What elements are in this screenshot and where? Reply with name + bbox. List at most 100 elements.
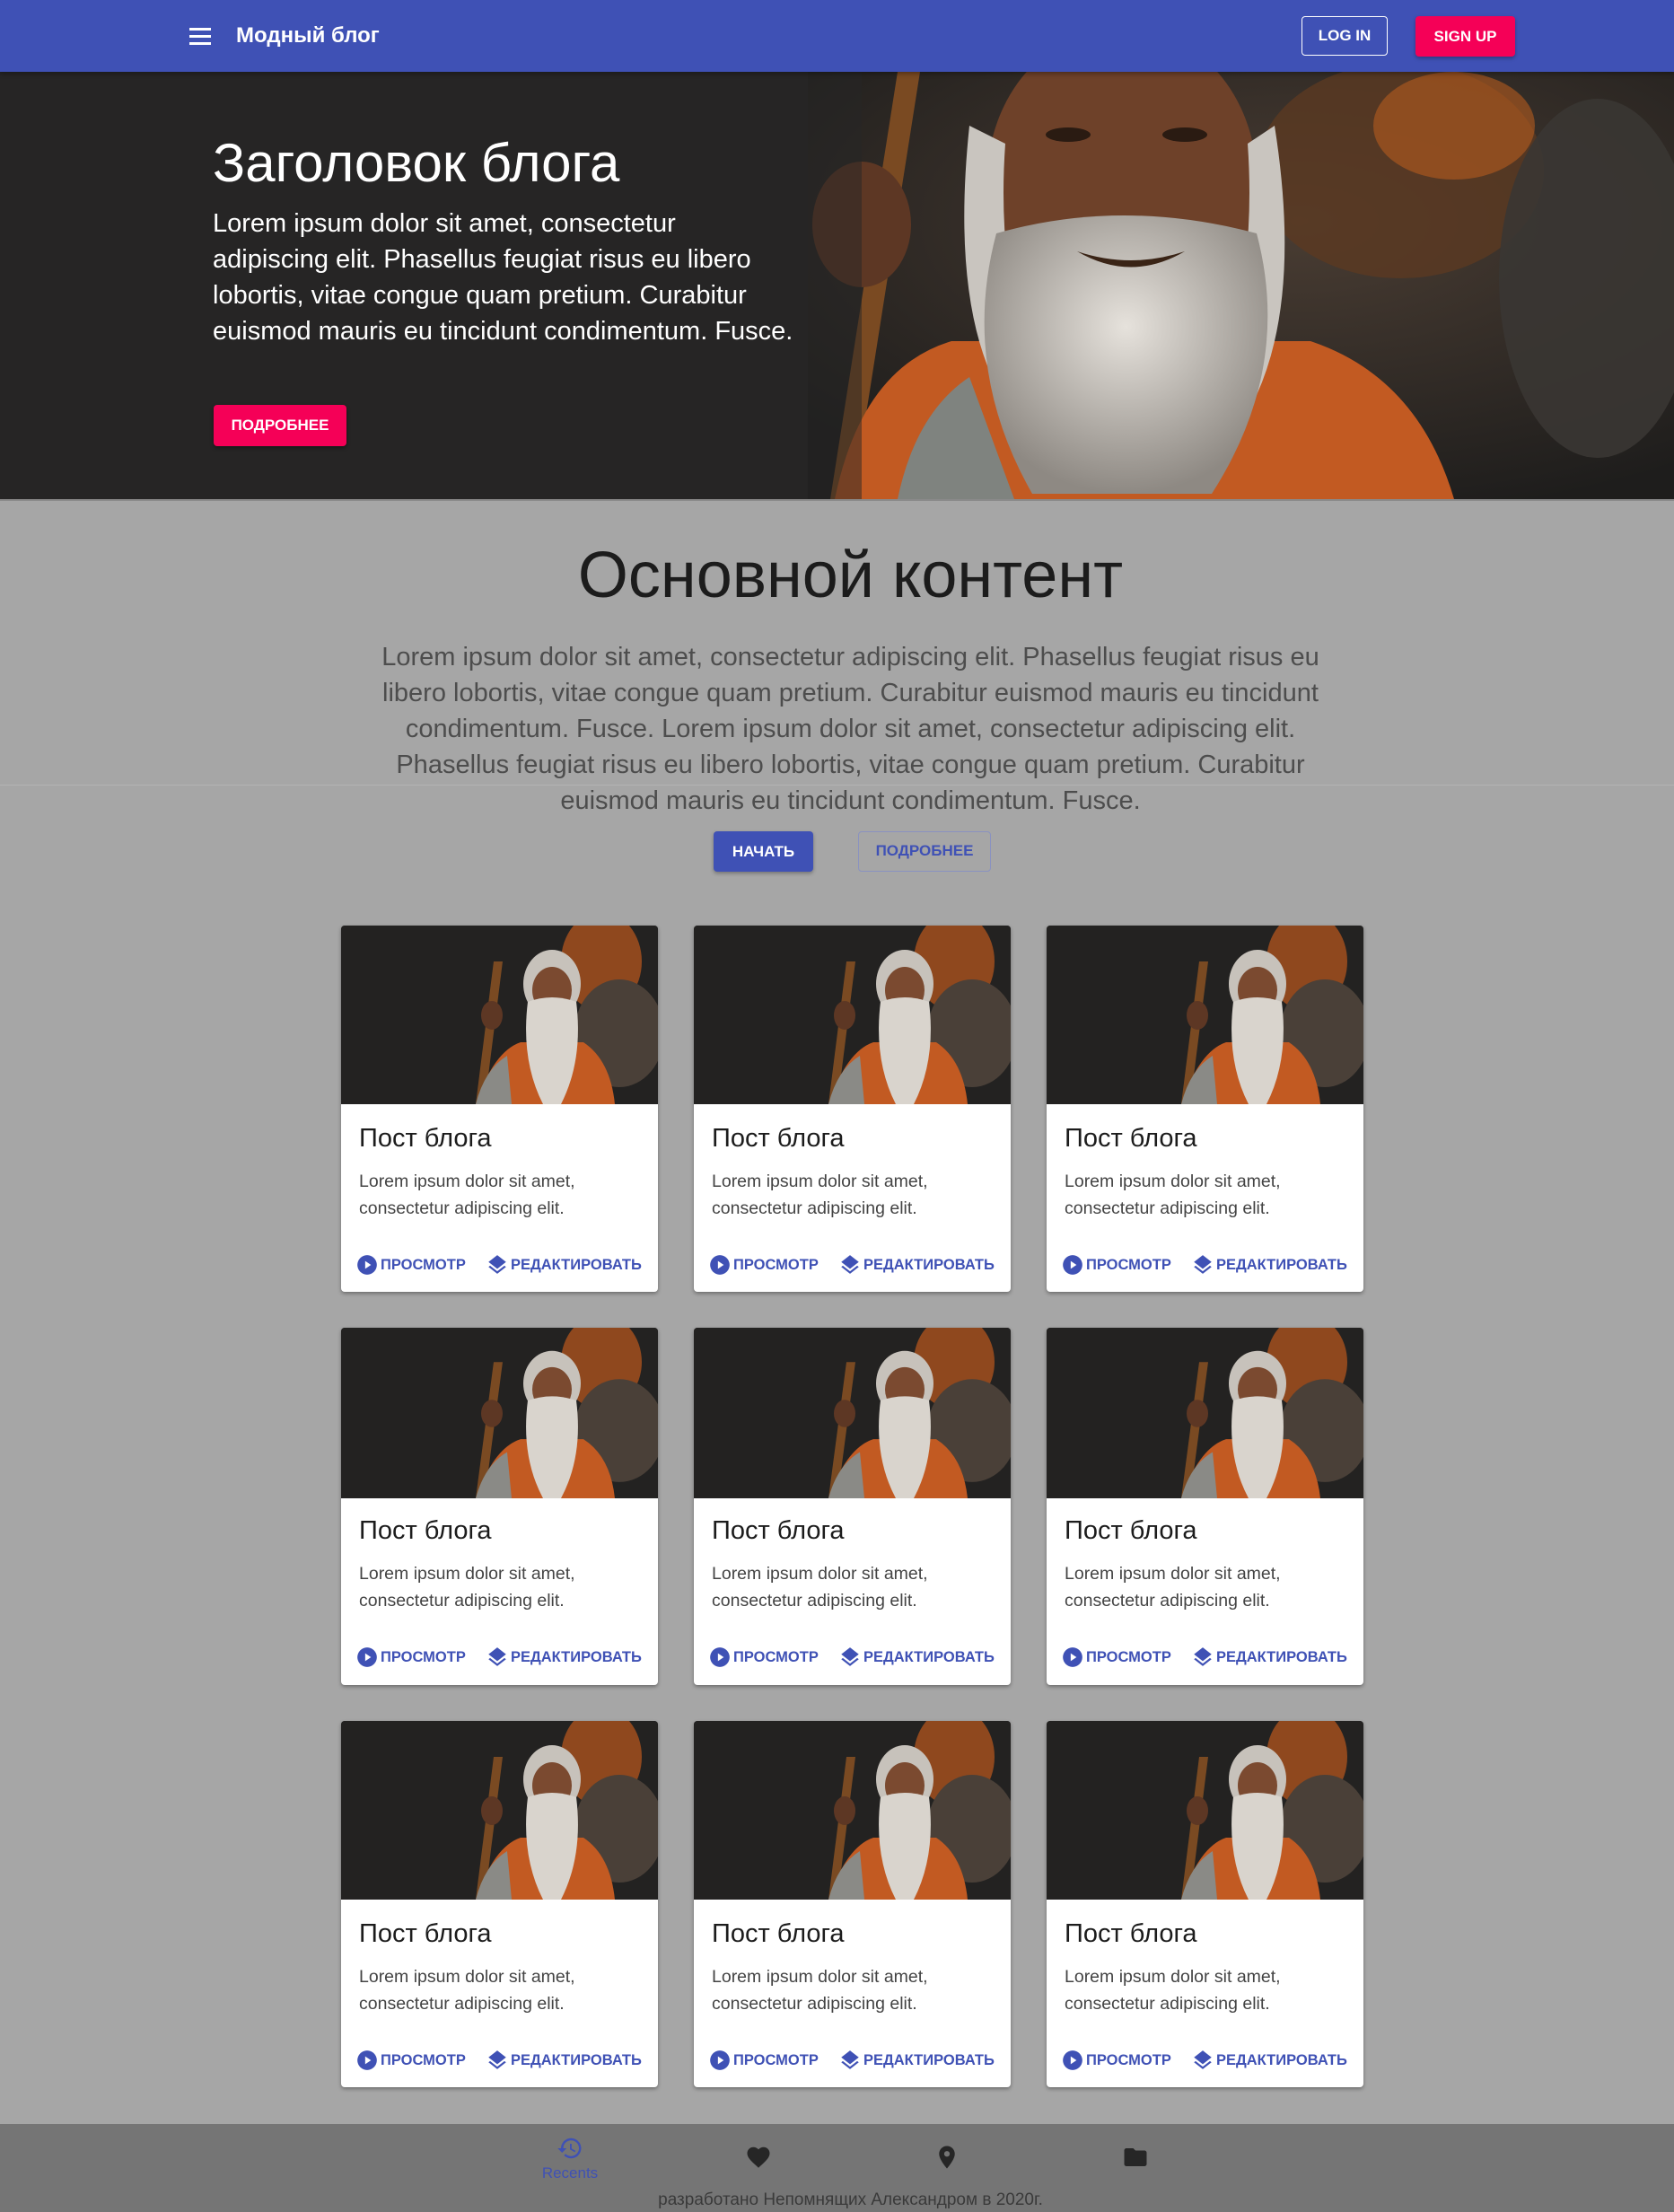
edit-label: РЕДАКТИРОВАТЬ — [863, 1648, 995, 1665]
card-media[interactable] — [341, 1721, 658, 1900]
blog-post-card: Пост блога Lorem ipsum dolor sit amet, co… — [1047, 926, 1363, 1292]
edit-button[interactable]: РЕДАКТИРОВАТЬ — [1191, 1251, 1347, 1278]
view-button[interactable]: ПРОСМОТР — [708, 1251, 819, 1278]
blog-post-card: Пост блога Lorem ipsum dolor sit amet, co… — [341, 1328, 658, 1685]
play-circle-icon — [357, 2050, 377, 2070]
view-button[interactable]: ПРОСМОТР — [708, 1644, 819, 1671]
play-circle-icon — [357, 1255, 377, 1275]
footer-text: разработано Непомнящих Александром в 202… — [658, 2190, 1043, 2209]
more-button[interactable]: ПОДРОБНЕЕ — [858, 831, 991, 872]
view-label: ПРОСМОТР — [733, 2051, 819, 2068]
card-text: Lorem ipsum dolor sit amet, consectetur … — [712, 1967, 928, 2014]
layers-icon — [1194, 1647, 1212, 1666]
view-button[interactable]: ПРОСМОТР — [708, 2047, 819, 2074]
card-media[interactable] — [694, 926, 1011, 1104]
play-circle-icon — [357, 1647, 377, 1667]
blog-post-card: Пост блога Lorem ipsum dolor sit amet, co… — [694, 1721, 1011, 2087]
edit-button[interactable]: РЕДАКТИРОВАТЬ — [1191, 2047, 1347, 2074]
card-media[interactable] — [694, 1328, 1011, 1498]
card-photo — [341, 1721, 658, 1900]
card-title: Пост блога — [1065, 1516, 1197, 1545]
menu-icon[interactable] — [185, 22, 215, 52]
blog-post-card: Пост блога Lorem ipsum dolor sit amet, co… — [1047, 1328, 1363, 1685]
play-circle-icon — [1063, 1255, 1082, 1275]
layers-icon — [1194, 1255, 1212, 1274]
view-button[interactable]: ПРОСМОТР — [1061, 2047, 1171, 2074]
hero-text: Lorem ipsum dolor sit amet, consectetur … — [213, 209, 793, 346]
edit-label: РЕДАКТИРОВАТЬ — [1216, 1256, 1347, 1273]
card-title: Пост блога — [359, 1124, 492, 1153]
view-button[interactable]: ПРОСМОТР — [355, 1644, 466, 1671]
card-title: Пост блога — [1065, 1919, 1197, 1948]
edit-button[interactable]: РЕДАКТИРОВАТЬ — [838, 2047, 995, 2074]
view-button[interactable]: ПРОСМОТР — [355, 1251, 466, 1278]
view-label: ПРОСМОТР — [1086, 1648, 1171, 1665]
card-photo — [341, 926, 658, 1104]
edit-label: РЕДАКТИРОВАТЬ — [1216, 1648, 1347, 1665]
blog-post-card: Пост блога Lorem ipsum dolor sit amet, co… — [694, 926, 1011, 1292]
card-media[interactable] — [1047, 1328, 1363, 1498]
nav-item-recents[interactable]: Recents — [516, 2135, 624, 2189]
edit-label: РЕДАКТИРОВАТЬ — [863, 1256, 995, 1273]
card-media[interactable] — [1047, 926, 1363, 1104]
edit-button[interactable]: РЕДАКТИРОВАТЬ — [486, 1644, 642, 1671]
hero-banner: Заголовок блога Lorem ipsum dolor sit am… — [0, 72, 1674, 501]
location-pin-icon — [939, 2146, 955, 2169]
card-text: Lorem ipsum dolor sit amet, consectetur … — [1065, 1172, 1281, 1218]
play-circle-icon — [710, 2050, 730, 2070]
folder-icon — [1124, 2148, 1147, 2166]
signup-button[interactable]: SIGN UP — [1415, 16, 1515, 57]
edit-label: РЕДАКТИРОВАТЬ — [511, 1648, 642, 1665]
edit-button[interactable]: РЕДАКТИРОВАТЬ — [486, 2047, 642, 2074]
layers-icon — [841, 1647, 859, 1666]
hero-title: Заголовок блога — [213, 133, 620, 193]
view-button[interactable]: ПРОСМОТР — [1061, 1644, 1171, 1671]
blog-post-card: Пост блога Lorem ipsum dolor sit amet, co… — [694, 1328, 1011, 1685]
view-button[interactable]: ПРОСМОТР — [355, 2047, 466, 2074]
hero-more-button[interactable]: ПОДРОБНЕЕ — [214, 405, 346, 446]
nav-item-folder[interactable] — [1082, 2135, 1189, 2189]
nav-item-nearby[interactable] — [893, 2135, 1001, 2189]
view-label: ПРОСМОТР — [1086, 2051, 1171, 2068]
nav-label-recents: Recents — [541, 2164, 599, 2181]
layers-icon — [488, 1255, 506, 1274]
main-title: Основной контент — [577, 540, 1124, 611]
card-photo — [341, 1328, 658, 1498]
card-title: Пост блога — [712, 1124, 845, 1153]
card-text: Lorem ipsum dolor sit amet, consectetur … — [1065, 1564, 1281, 1611]
card-photo — [694, 1721, 1011, 1900]
card-text: Lorem ipsum dolor sit amet, consectetur … — [359, 1967, 575, 2014]
app-title: Модный блог — [236, 23, 380, 48]
nav-item-favorites[interactable] — [705, 2135, 812, 2189]
play-circle-icon — [710, 1647, 730, 1667]
card-text: Lorem ipsum dolor sit amet, consectetur … — [712, 1172, 928, 1218]
blog-post-card: Пост блога Lorem ipsum dolor sit amet, co… — [341, 926, 658, 1292]
card-media[interactable] — [1047, 1721, 1363, 1900]
edit-button[interactable]: РЕДАКТИРОВАТЬ — [838, 1644, 995, 1671]
card-title: Пост блога — [712, 1919, 845, 1948]
card-media[interactable] — [341, 926, 658, 1104]
history-icon — [557, 2137, 582, 2159]
card-media[interactable] — [341, 1328, 658, 1498]
start-button[interactable]: НАЧАТЬ — [714, 831, 813, 872]
layers-icon — [841, 1255, 859, 1274]
card-media[interactable] — [694, 1721, 1011, 1900]
edit-button[interactable]: РЕДАКТИРОВАТЬ — [486, 1251, 642, 1278]
view-label: ПРОСМОТР — [381, 1256, 466, 1273]
card-title: Пост блога — [359, 1516, 492, 1545]
play-circle-icon — [710, 1255, 730, 1275]
edit-button[interactable]: РЕДАКТИРОВАТЬ — [1191, 1644, 1347, 1671]
view-label: ПРОСМОТР — [1086, 1256, 1171, 1273]
view-label: ПРОСМОТР — [733, 1648, 819, 1665]
edit-button[interactable]: РЕДАКТИРОВАТЬ — [838, 1251, 995, 1278]
login-button[interactable]: LOG IN — [1302, 16, 1388, 56]
app-bar: Модный блог LOG IN SIGN UP — [0, 0, 1674, 72]
layers-icon — [841, 2050, 859, 2069]
view-label: ПРОСМОТР — [381, 2051, 466, 2068]
view-button[interactable]: ПРОСМОТР — [1061, 1251, 1171, 1278]
card-photo — [1047, 926, 1363, 1104]
view-label: ПРОСМОТР — [381, 1648, 466, 1665]
layers-icon — [488, 1647, 506, 1666]
view-label: ПРОСМОТР — [733, 1256, 819, 1273]
card-text: Lorem ipsum dolor sit amet, consectetur … — [712, 1564, 928, 1611]
